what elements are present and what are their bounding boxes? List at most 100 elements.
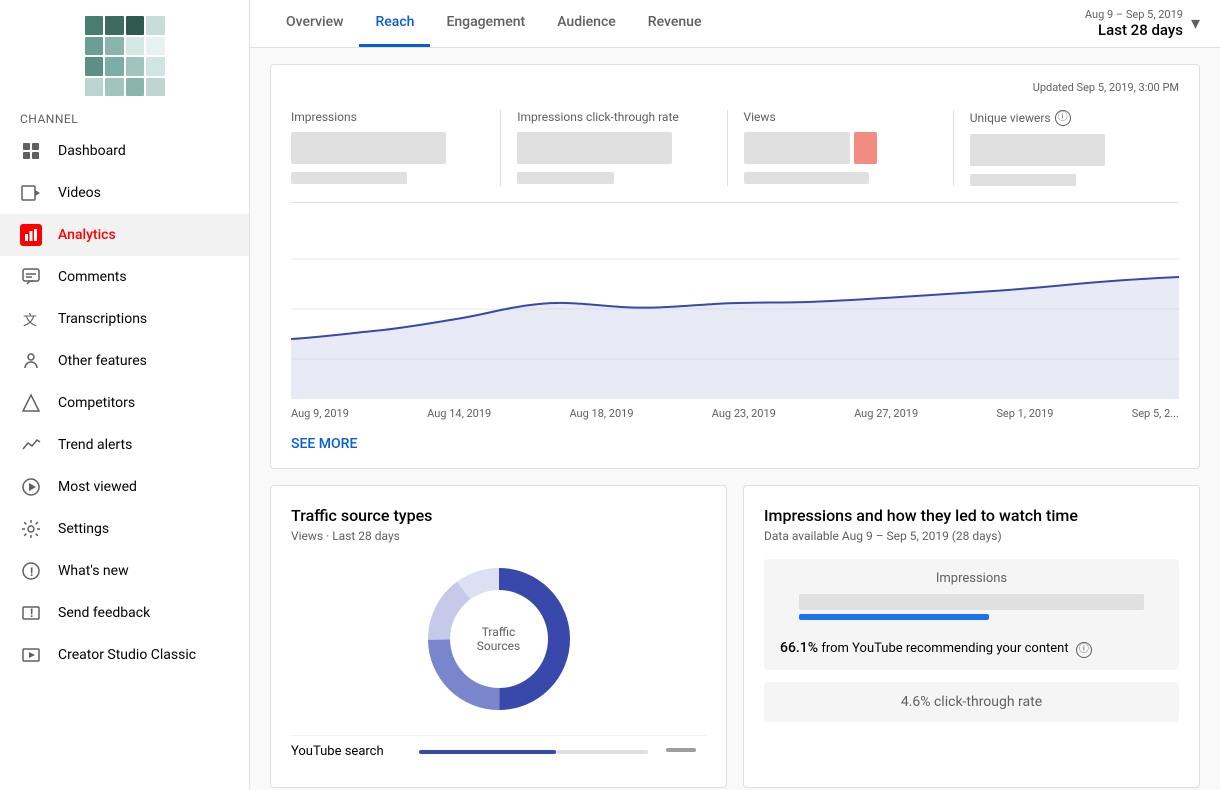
sidebar-item-competitors[interactable]: Competitors — [0, 382, 249, 424]
chart-label-6: Sep 5, 2... — [1132, 407, 1179, 420]
sidebar-item-transcriptions[interactable]: 文 Transcriptions — [0, 298, 249, 340]
sidebar-item-creator-studio[interactable]: Creator Studio Classic — [0, 634, 249, 676]
sidebar-item-label-other-features: Other features — [58, 353, 147, 369]
transcriptions-icon: 文 — [20, 308, 42, 330]
stat-unique-viewers: Unique viewers ⓘ — [954, 110, 1179, 186]
analytics-icon — [20, 224, 42, 246]
stat-views-sub — [744, 172, 870, 184]
sidebar-item-whats-new[interactable]: ! What's new — [0, 550, 249, 592]
funnel-ctr-text: 4.6% click-through rate — [901, 694, 1042, 710]
stat-unique-viewers-label: Unique viewers ⓘ — [970, 110, 1163, 126]
sidebar-item-trend-alerts[interactable]: Trend alerts — [0, 424, 249, 466]
dashboard-icon — [20, 140, 42, 162]
sidebar-item-send-feedback[interactable]: ! Send feedback — [0, 592, 249, 634]
traffic-source-youtube-bar-fill — [419, 750, 556, 754]
channel-label: Channel — [0, 104, 249, 130]
see-more-button[interactable]: SEE MORE — [291, 436, 357, 452]
comments-icon — [20, 266, 42, 288]
donut-center-label: Traffic Sources — [477, 625, 520, 653]
other-features-icon — [20, 350, 42, 372]
stat-ctr-bar — [517, 132, 672, 164]
sidebar-item-other-features[interactable]: Other features — [0, 340, 249, 382]
chart-label-2: Aug 18, 2019 — [569, 407, 633, 420]
sidebar-item-settings[interactable]: Settings — [0, 508, 249, 550]
sidebar-item-label-most-viewed: Most viewed — [58, 479, 137, 495]
most-viewed-icon — [20, 476, 42, 498]
traffic-source-youtube: YouTube search — [291, 735, 706, 767]
traffic-sources-subtitle: Views · Last 28 days — [291, 529, 706, 543]
tab-audience[interactable]: Audience — [541, 0, 632, 47]
stat-ctr: Impressions click-through rate — [501, 110, 727, 186]
donut-chart-container: Traffic Sources — [291, 559, 706, 719]
tab-reach[interactable]: Reach — [359, 0, 430, 47]
stat-unique-bar — [970, 134, 1105, 166]
sidebar-item-label-creator-studio: Creator Studio Classic — [58, 647, 196, 663]
stats-row: Impressions Impressions click-through ra… — [291, 110, 1179, 203]
competitors-icon — [20, 392, 42, 414]
main-content: Overview Reach Engagement Audience Reven… — [250, 0, 1220, 790]
tab-overview[interactable]: Overview — [270, 0, 359, 47]
funnel-card-subtitle: Data available Aug 9 – Sep 5, 2019 (28 d… — [764, 529, 1179, 543]
sidebar-item-label-transcriptions: Transcriptions — [58, 311, 147, 327]
stat-unique-sub — [970, 174, 1076, 186]
chart-label-0: Aug 9, 2019 — [291, 407, 349, 420]
bottom-cards: Traffic source types Views · Last 28 day… — [270, 485, 1200, 788]
funnel-bar-1 — [799, 594, 1144, 610]
stat-impressions-sub — [291, 172, 407, 184]
date-range-value: Last 28 days — [1085, 21, 1183, 39]
stat-impressions-label: Impressions — [291, 110, 484, 124]
date-range-text: Aug 9 – Sep 5, 2019 Last 28 days — [1085, 8, 1183, 39]
svg-text:!: ! — [30, 565, 33, 579]
whats-new-icon: ! — [20, 560, 42, 582]
svg-text:文: 文 — [23, 313, 37, 329]
stat-impressions: Impressions — [291, 110, 501, 186]
sidebar-item-label-competitors: Competitors — [58, 395, 135, 411]
sidebar-item-dashboard[interactable]: Dashboard — [0, 130, 249, 172]
stat-ctr-sub — [517, 172, 614, 184]
funnel-stat-1: 66.1% from YouTube recommending your con… — [780, 632, 1163, 658]
tab-revenue[interactable]: Revenue — [632, 0, 718, 47]
funnel-progress — [799, 614, 1144, 620]
traffic-source-youtube-bar-bg — [419, 750, 648, 754]
stat-impressions-bar — [291, 132, 446, 164]
sidebar-item-analytics[interactable]: Analytics — [0, 214, 249, 256]
traffic-source-youtube-value — [656, 744, 706, 759]
funnel-card: Impressions and how they led to watch ti… — [743, 485, 1200, 788]
sidebar-item-label-comments: Comments — [58, 269, 127, 285]
content-area: Updated Sep 5, 2019, 3:00 PM Impressions… — [250, 48, 1220, 790]
funnel-stat-1-text: from YouTube recommending your content — [821, 641, 1068, 656]
chart-label-1: Aug 14, 2019 — [427, 407, 491, 420]
funnel-card-title: Impressions and how they led to watch ti… — [764, 506, 1179, 525]
sidebar: Channel Dashboard Videos — [0, 0, 250, 790]
chart-label-3: Aug 23, 2019 — [712, 407, 776, 420]
stat-views-bars — [744, 132, 937, 164]
traffic-sources-card: Traffic source types Views · Last 28 day… — [270, 485, 727, 788]
tab-engagement[interactable]: Engagement — [430, 0, 541, 47]
sidebar-item-label-dashboard: Dashboard — [58, 143, 126, 159]
videos-icon — [20, 182, 42, 204]
sidebar-item-videos[interactable]: Videos — [0, 172, 249, 214]
sidebar-item-comments[interactable]: Comments — [0, 256, 249, 298]
chart-label-4: Aug 27, 2019 — [854, 407, 918, 420]
donut-chart: Traffic Sources — [419, 559, 579, 719]
send-feedback-icon: ! — [20, 602, 42, 624]
reach-chart — [291, 219, 1179, 399]
funnel-container: Impressions 66.1% from YouTube recom — [764, 559, 1179, 670]
channel-logo — [0, 0, 249, 104]
unique-viewers-info-icon[interactable]: ⓘ — [1055, 110, 1071, 126]
sidebar-item-label-settings: Settings — [58, 521, 109, 537]
sidebar-item-most-viewed[interactable]: Most viewed — [0, 466, 249, 508]
stat-views-label: Views — [744, 110, 937, 124]
sidebar-item-label-analytics: Analytics — [58, 227, 116, 243]
traffic-source-youtube-label: YouTube search — [291, 744, 411, 759]
funnel-ctr-section: 4.6% click-through rate — [764, 682, 1179, 722]
stat-views: Views — [728, 110, 954, 186]
stat-ctr-label: Impressions click-through rate — [517, 110, 710, 124]
date-range-label: Aug 9 – Sep 5, 2019 — [1085, 8, 1183, 21]
tabs: Overview Reach Engagement Audience Reven… — [270, 0, 1085, 47]
sidebar-item-label-whats-new: What's new — [58, 563, 129, 579]
funnel-info-icon[interactable]: ⓘ — [1076, 642, 1092, 658]
funnel-impressions-label: Impressions — [780, 571, 1163, 586]
trend-alerts-icon — [20, 434, 42, 456]
date-range-selector[interactable]: Aug 9 – Sep 5, 2019 Last 28 days ▾ — [1085, 8, 1200, 39]
